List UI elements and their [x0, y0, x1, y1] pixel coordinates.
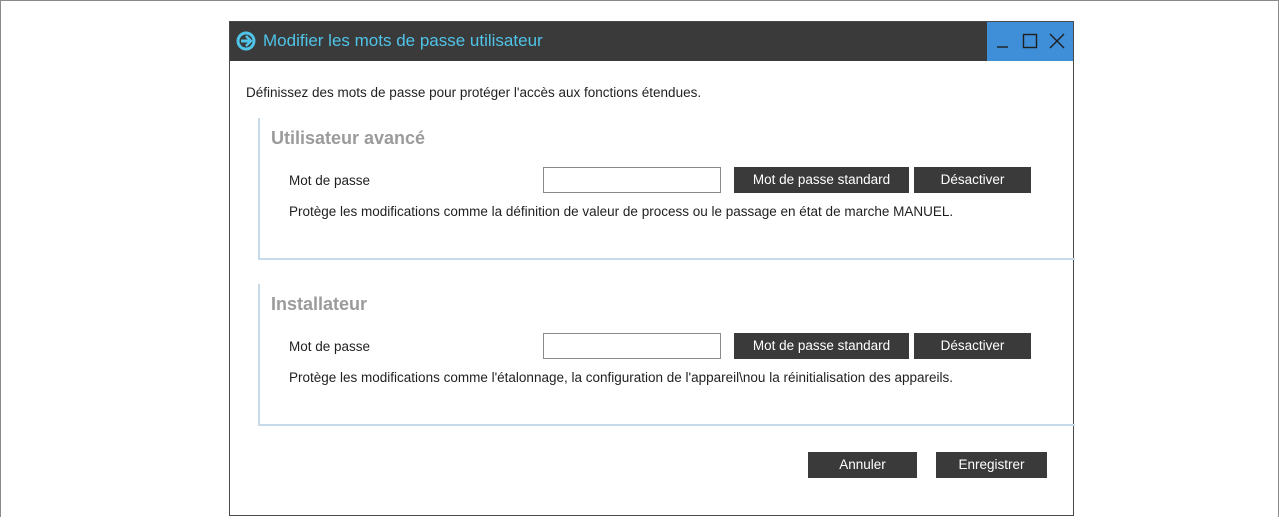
section-advanced-user: Utilisateur avancé Mot de passe Mot de p… [258, 118, 1075, 260]
advanced-user-disable-button[interactable]: Désactiver [914, 167, 1031, 193]
password-label: Mot de passe [289, 173, 371, 188]
section-installer: Installateur Mot de passe Mot de passe s… [258, 284, 1075, 426]
save-button[interactable]: Enregistrer [936, 452, 1047, 478]
section-title: Installateur [271, 294, 368, 314]
password-dialog: Modifier les mots de passe utilisateur D… [229, 21, 1075, 516]
close-icon[interactable] [1047, 31, 1067, 51]
advanced-user-password-input[interactable] [543, 167, 721, 193]
window-controls [987, 22, 1073, 61]
cancel-button[interactable]: Annuler [808, 452, 917, 478]
window-title: Modifier les mots de passe utilisateur [263, 31, 543, 50]
minimize-icon[interactable] [993, 31, 1013, 51]
installer-password-input[interactable] [543, 333, 721, 359]
section-description: Protège les modifications comme la défin… [289, 204, 954, 219]
intro-text: Définissez des mots de passe pour protég… [246, 85, 702, 100]
section-description: Protège les modifications comme l'étalon… [289, 370, 954, 385]
title-bar[interactable]: Modifier les mots de passe utilisateur [230, 22, 1073, 61]
section-title: Utilisateur avancé [271, 128, 426, 148]
advanced-user-standard-password-button[interactable]: Mot de passe standard [734, 167, 909, 193]
installer-standard-password-button[interactable]: Mot de passe standard [734, 333, 909, 359]
maximize-icon[interactable] [1020, 31, 1040, 51]
app-logo-icon [236, 31, 256, 51]
installer-disable-button[interactable]: Désactiver [914, 333, 1031, 359]
password-label: Mot de passe [289, 339, 371, 354]
